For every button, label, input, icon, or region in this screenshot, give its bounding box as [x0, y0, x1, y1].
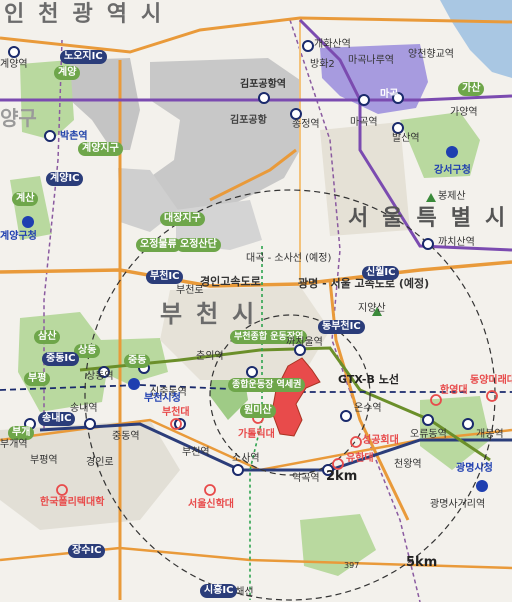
station-bucheon: 부천역 — [182, 447, 210, 458]
ic-jangsu: 장수IC — [68, 544, 106, 558]
station-yangcheon: 양천향교역 — [408, 49, 454, 60]
station-oryu: 오류동역 — [410, 429, 447, 440]
region-incheon: 인천광역시 — [4, 2, 176, 27]
station-gimpo-airport: 김포공항역 — [240, 79, 286, 90]
station-sangdong: 상동역 — [86, 371, 114, 382]
univ-seoul-sinhak: 서울신학대 — [188, 499, 234, 510]
station-magok: 마곡 — [380, 89, 399, 100]
station-balsan: 발산역 — [392, 133, 420, 144]
ic-songnae: 송내IC — [38, 412, 76, 426]
road-gyeongin-ro: 경인로 — [86, 457, 114, 468]
station-songnae: 송내역 — [70, 403, 98, 414]
area-ojeong-industrial: 오정산단 — [176, 238, 221, 252]
station-bugae: 부개역 — [0, 439, 28, 450]
road-daegok-sosa: 대곡 - 소사선 (예정) — [246, 253, 332, 264]
area-sports-complex: 종합운동장 역세권 — [228, 378, 306, 392]
station-kkachisan: 까치산역 — [438, 237, 475, 248]
area-wonmisan: 원미산 — [240, 404, 276, 418]
area-gimpo-airport: 김포공항 — [230, 115, 267, 126]
station-jungdong: 중동역 — [112, 431, 140, 442]
cityhall-gwangmyeong: 광명시청 — [456, 463, 493, 474]
road-gyeongin-expressway: 경인고속도로 — [200, 275, 261, 288]
cityhall-gangseo: 강서구청 — [434, 165, 471, 176]
region-bucheon: 부천시 — [160, 300, 269, 328]
station-onsu: 온수역 — [354, 403, 382, 414]
region-gyeyang-partial: 양구 — [0, 106, 37, 130]
area-bupyeong: 부평 — [24, 372, 51, 386]
station-kkachiul: 까치울역 — [286, 337, 323, 348]
univ-sungkonghoe: 성공회대 — [362, 435, 399, 446]
cityhall-gyeyang: 계양구청 — [0, 231, 37, 242]
area-jungdong: 중동 — [124, 354, 151, 368]
road-bucheon-ro: 부천로 — [176, 285, 204, 296]
area-bugae: 부개 — [8, 426, 35, 440]
station-bakchon: 박촌역 — [60, 131, 88, 142]
station-yeokgok: 역곡역 — [292, 473, 320, 484]
radius-label-5km: 5km — [406, 555, 438, 570]
ic-nohoji: 노오지IC — [60, 50, 107, 64]
ic-jungdong: 중동IC — [42, 352, 80, 366]
univ-hanyang: 한영대 — [440, 385, 468, 396]
station-magok-station: 마곡역 — [350, 117, 378, 128]
ic-gyeyang: 계양IC — [46, 172, 84, 186]
station-banghwa: 방화2 — [310, 59, 335, 70]
univ-bucheon: 부천대 — [162, 407, 190, 418]
han-river — [440, 0, 512, 78]
station-sosa: 소사역 — [232, 453, 260, 464]
area-gyesan: 계산 — [12, 192, 39, 206]
station-songjeong: 송정역 — [292, 119, 320, 130]
map-canvas[interactable]: 인천광역시 서울특별시 부천시 양구 김포공항 계양지구 대장지구 오정물류 오… — [0, 0, 512, 602]
area-gasan: 가산 — [458, 82, 485, 96]
area-samsan: 삼산 — [34, 330, 61, 344]
ic-sinwol: 신월IC — [362, 266, 400, 280]
mountain-jiyangsan: 지양산 — [358, 303, 386, 314]
area-daejang-district: 대장지구 — [160, 212, 205, 226]
station-chunui: 춘의역 — [196, 351, 224, 362]
road-397: 397 — [344, 561, 360, 570]
station-gwangmyeong-sageori: 광명사거리역 — [430, 499, 486, 510]
road-gtx-b: GTX-B 노선 — [338, 373, 399, 386]
okgil-green — [300, 514, 376, 576]
area-gyeyang-district: 계양지구 — [78, 142, 123, 156]
univ-yuhan: 유한대 — [346, 453, 374, 464]
station-gayang: 가양역 — [450, 107, 478, 118]
radius-label-2km: 2km — [326, 469, 358, 484]
station-gyeyang: 계양역 — [0, 59, 28, 70]
ic-siheung: 시흥IC — [200, 584, 238, 598]
univ-dongyang: 동양미래대 — [470, 375, 512, 386]
univ-polytech: 한국폴리텍대학 — [40, 497, 105, 508]
area-gyeyang: 계양 — [54, 66, 81, 80]
area-ogok-logistics: 오정물류 — [136, 238, 181, 252]
ic-bucheon: 부천IC — [146, 270, 184, 284]
region-seoul: 서울특별시 — [348, 206, 512, 231]
station-cheonwang: 천왕역 — [394, 459, 422, 470]
road-gwangmyeong-seoul: 광명 - 서울 고속도로 (예정) — [298, 277, 430, 290]
mountain-bongjesan: 봉제산 — [438, 191, 466, 202]
station-gaebong: 개봉역 — [476, 429, 504, 440]
cityhall-bucheon: 부천시청 — [144, 393, 181, 404]
ic-dongbucheon: 동부천IC — [318, 320, 365, 334]
station-gaehwasan: 개화산역 — [314, 39, 351, 50]
station-magongnaru: 마곡나루역 — [348, 55, 394, 66]
univ-catholic: 가톨릭대 — [238, 429, 275, 440]
station-bupyeong: 부평역 — [30, 455, 58, 466]
